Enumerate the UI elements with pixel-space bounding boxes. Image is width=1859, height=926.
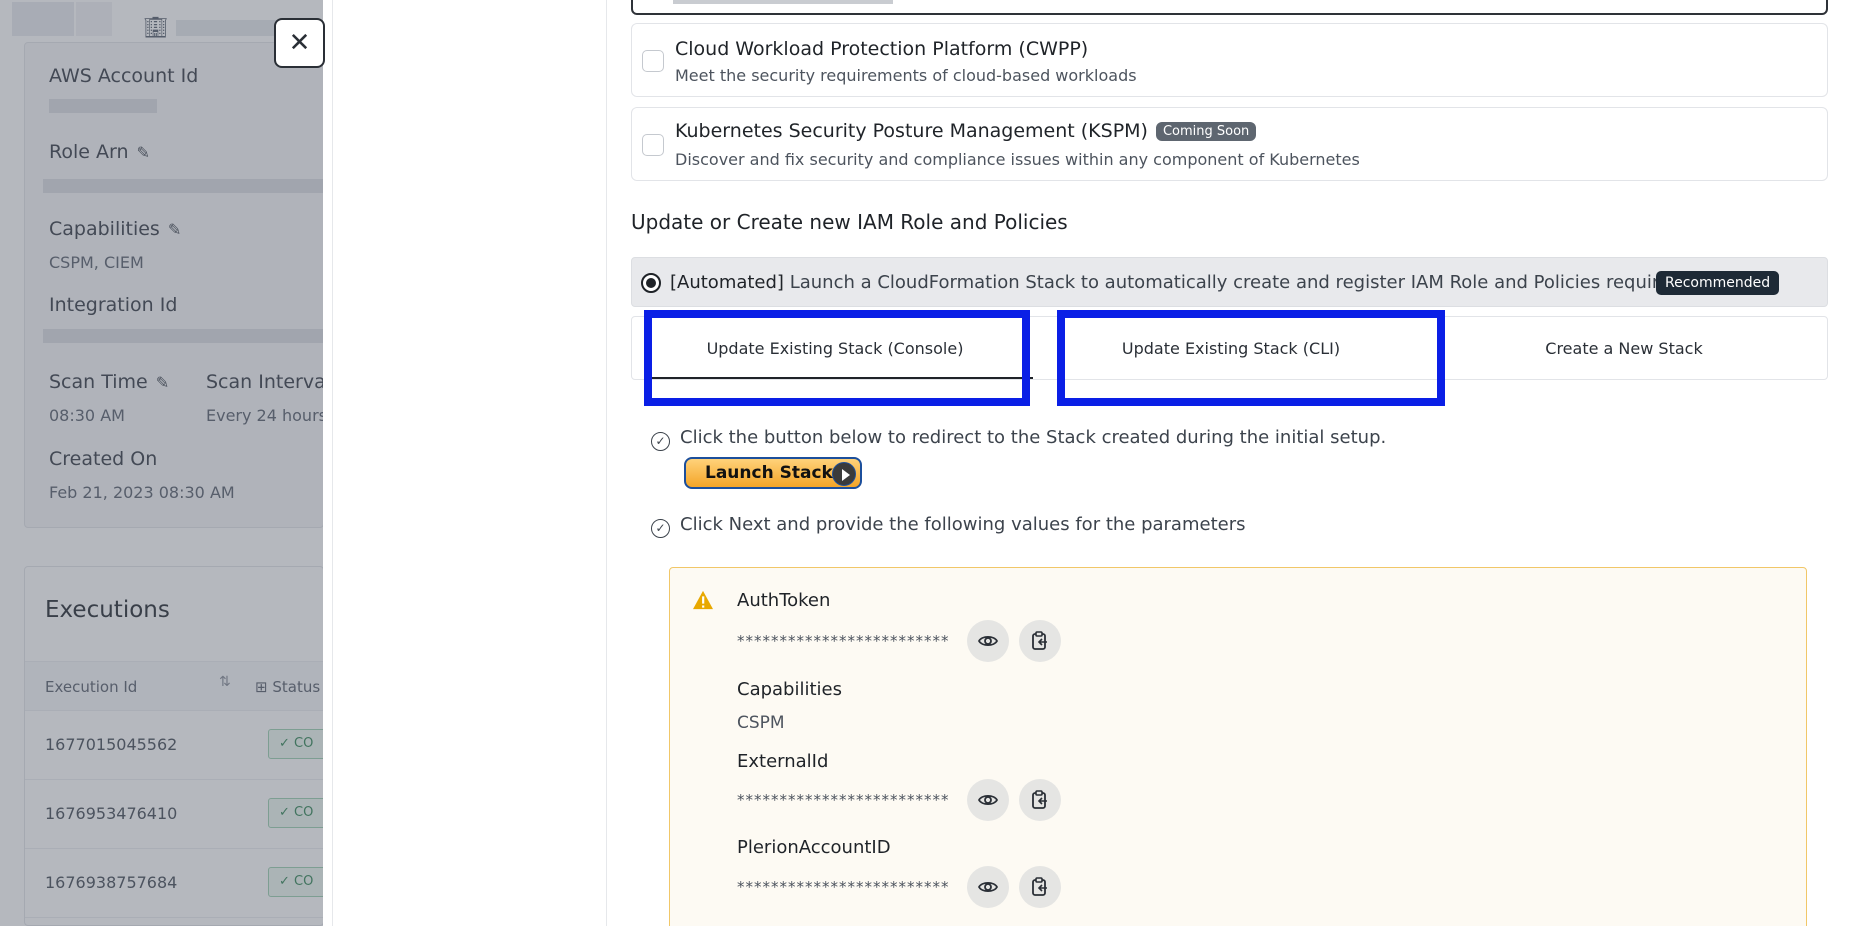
close-icon: ✕: [288, 28, 311, 58]
automated-option[interactable]: [Automated] Launch a CloudFormation Stac…: [631, 257, 1828, 307]
option-title: Cloud Workload Protection Platform (CWPP…: [675, 38, 1089, 60]
stack-tabs: Update Existing Stack (Console) Update E…: [631, 316, 1828, 380]
copy-icon: [1032, 790, 1047, 809]
automated-radio[interactable]: [641, 273, 661, 293]
option-kspm[interactable]: Kubernetes Security Posture Management (…: [631, 107, 1828, 181]
param-value: CSPM: [737, 713, 785, 733]
param-value: *************************: [737, 632, 950, 650]
launch-stack-button[interactable]: Launch Stack: [684, 457, 862, 489]
eye-icon: [978, 635, 998, 647]
modal-backdrop[interactable]: [0, 0, 323, 926]
check-circle-icon: ✓: [651, 432, 670, 451]
copy-icon: [1032, 877, 1047, 896]
launch-stack-label: Launch Stack: [705, 463, 833, 483]
close-button[interactable]: ✕: [274, 18, 325, 68]
recommended-badge: Recommended: [1656, 271, 1780, 295]
option-description-cut: [673, 0, 893, 4]
option-title-row: Kubernetes Security Posture Management (…: [675, 120, 1257, 142]
coming-soon-badge: Coming Soon: [1155, 122, 1257, 141]
background-page: 🏢︎ AWS Account Id Role Arn ✎ Capabilities…: [0, 0, 323, 926]
reveal-button[interactable]: [967, 779, 1009, 821]
option-cwpp[interactable]: Cloud Workload Protection Platform (CWPP…: [631, 23, 1828, 97]
check-circle-icon: ✓: [651, 519, 670, 538]
automated-text: [Automated] Launch a CloudFormation Stac…: [670, 272, 1687, 293]
automated-tag: [Automated]: [670, 272, 784, 293]
param-name: AuthToken: [737, 590, 831, 611]
drawer-side-column: [332, 0, 607, 926]
integration-drawer: Cloud Workload Protection Platform (CWPP…: [323, 0, 1859, 926]
reveal-button[interactable]: [967, 620, 1009, 662]
parameters-panel: AuthToken ************************* Capa…: [669, 567, 1807, 926]
drawer-content: Cloud Workload Protection Platform (CWPP…: [631, 0, 1831, 926]
eye-icon: [978, 794, 998, 806]
instruction-step: ✓ Click the button below to redirect to t…: [651, 427, 1386, 451]
tab-update-console[interactable]: Update Existing Stack (Console): [643, 317, 1033, 379]
tab-update-cli[interactable]: Update Existing Stack (CLI): [1039, 317, 1423, 379]
play-icon: [832, 462, 856, 486]
selected-option-card[interactable]: [631, 0, 1828, 15]
option-description: Meet the security requirements of cloud-…: [675, 66, 1137, 85]
option-title: Kubernetes Security Posture Management (…: [675, 120, 1148, 142]
cwpp-checkbox[interactable]: [642, 50, 664, 72]
param-name: Capabilities: [737, 679, 842, 700]
instruction-step: ✓ Click Next and provide the following va…: [651, 514, 1245, 538]
step-text: Click Next and provide the following val…: [680, 514, 1246, 535]
param-name: ExternalId: [737, 751, 829, 772]
kspm-checkbox[interactable]: [642, 134, 664, 156]
param-value: *************************: [737, 791, 950, 809]
param-name: PlerionAccountID: [737, 837, 891, 858]
eye-icon: [978, 881, 998, 893]
param-value: *************************: [737, 878, 950, 896]
section-title: Update or Create new IAM Role and Polici…: [631, 210, 1068, 234]
warning-icon: [693, 590, 713, 610]
copy-button[interactable]: [1019, 779, 1061, 821]
copy-button[interactable]: [1019, 866, 1061, 908]
copy-icon: [1032, 631, 1047, 650]
step-text: Click the button below to redirect to th…: [680, 427, 1387, 448]
copy-button[interactable]: [1019, 620, 1061, 662]
option-description: Discover and fix security and compliance…: [675, 150, 1360, 169]
reveal-button[interactable]: [967, 866, 1009, 908]
automated-description: Launch a CloudFormation Stack to automat…: [783, 272, 1688, 293]
tab-create-new-stack[interactable]: Create a New Stack: [1432, 317, 1816, 379]
